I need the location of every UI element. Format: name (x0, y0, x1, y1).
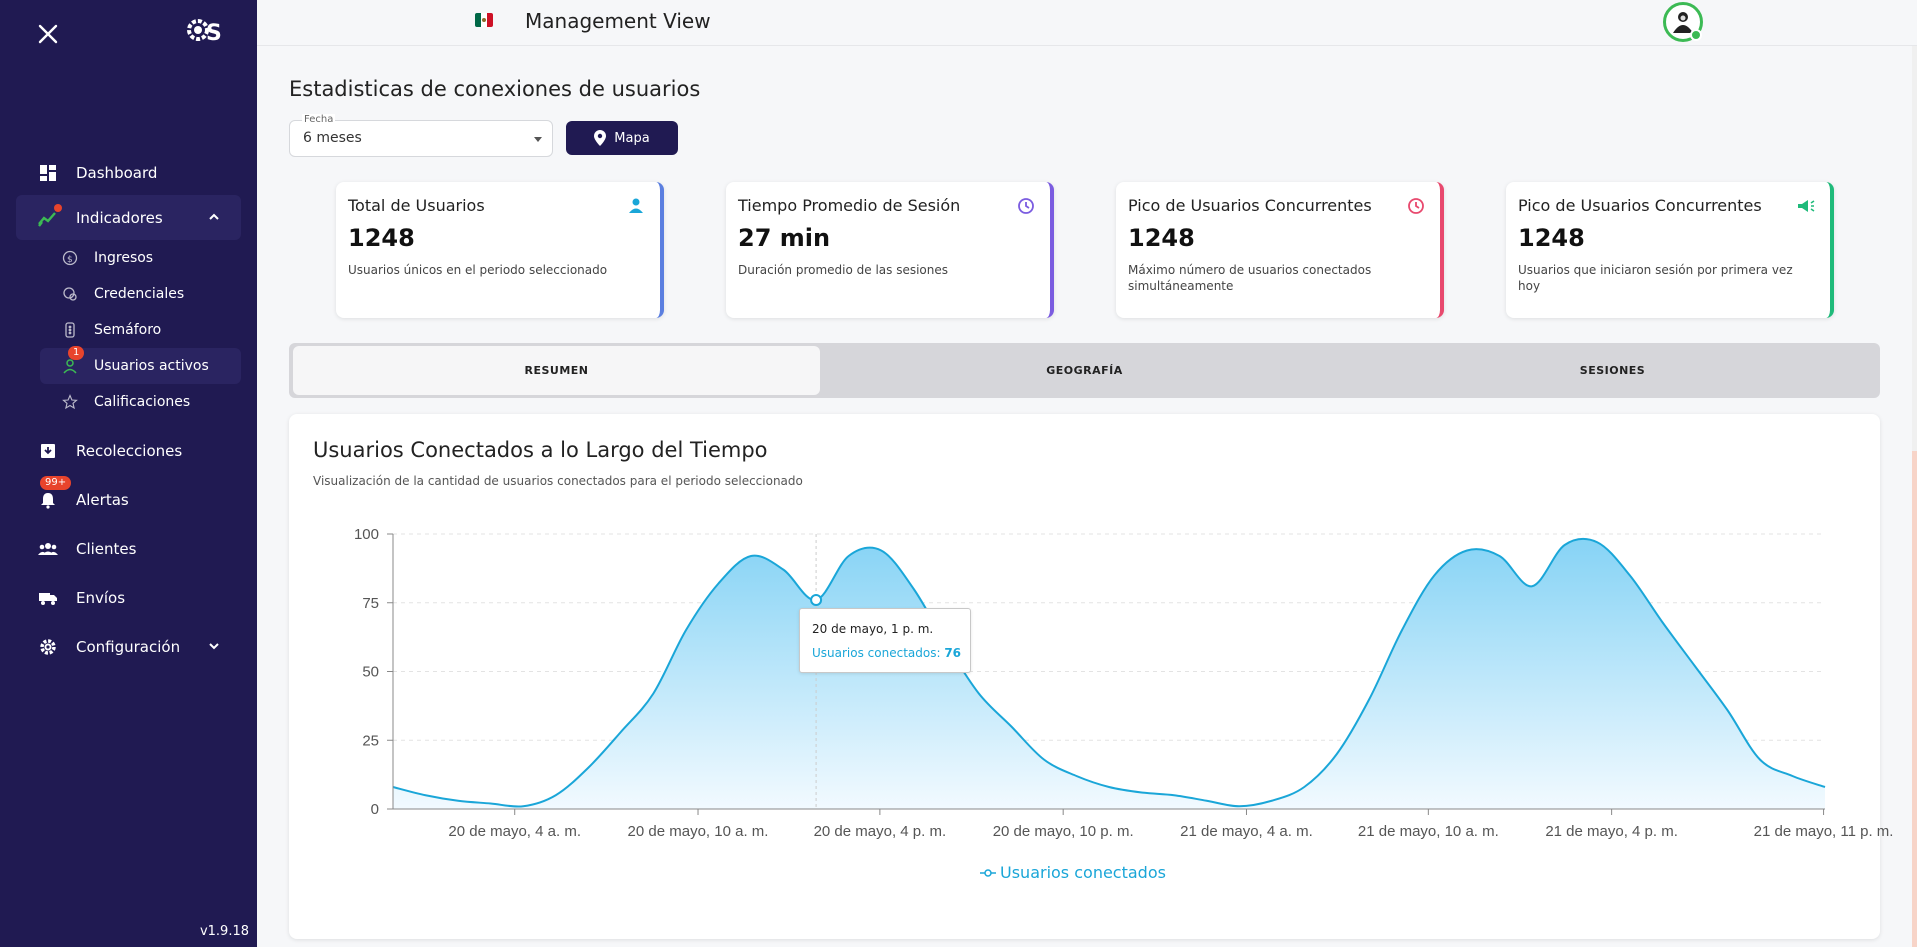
page-title: Estadisticas de conexiones de usuarios (289, 77, 701, 101)
sidebar-item-calificaciones[interactable]: Calificaciones (40, 384, 241, 420)
sidebar-item-recolecciones[interactable]: Recolecciones (16, 428, 241, 473)
chart-legend[interactable]: Usuarios conectados (980, 863, 1166, 882)
stat-card-description: Usuarios únicos en el periodo selecciona… (348, 263, 608, 277)
trend-icon (38, 203, 62, 228)
map-button-label: Mapa (614, 130, 650, 146)
legend-label: Usuarios conectados (1000, 863, 1166, 882)
online-status-dot (1690, 29, 1702, 41)
map-button[interactable]: Mapa (566, 121, 678, 155)
chevron-up-icon[interactable] (207, 210, 221, 224)
stat-card-title: Pico de Usuarios Concurrentes (1128, 196, 1372, 215)
sidebar-item-label: Configuración (76, 637, 181, 656)
date-filter-value: 6 meses (303, 130, 362, 146)
dashboard-icon (38, 163, 58, 183)
sidebar: S Dashboard Indicadores $ Ingresos Crede… (0, 0, 257, 947)
stat-card-value: 1248 (348, 224, 415, 252)
star-icon (62, 394, 78, 410)
notification-dot (54, 203, 62, 212)
tab-geografia[interactable]: GEOGRAFÍA (821, 346, 1348, 395)
sidebar-item-label: Dashboard (76, 163, 158, 182)
stat-card-title: Tiempo Promedio de Sesión (738, 196, 961, 215)
avatar[interactable] (1663, 2, 1703, 42)
truck-icon (38, 588, 58, 608)
notification-badge: 99+ (40, 475, 72, 490)
bell-icon: 99+ (38, 475, 72, 510)
dropdown-caret-icon (534, 137, 542, 142)
date-filter-select[interactable]: Fecha 6 meses (289, 114, 553, 157)
sidebar-item-clientes[interactable]: Clientes (16, 526, 241, 571)
sidebar-item-semaforo[interactable]: Semáforo (40, 312, 241, 348)
tab-resumen[interactable]: RESUMEN (293, 346, 820, 395)
mexico-flag-icon[interactable] (475, 13, 493, 27)
sidebar-subitem-label: Calificaciones (94, 394, 191, 410)
map-pin-icon (594, 130, 607, 146)
chart-tooltip: 20 de mayo, 1 p. m. Usuarios conectados:… (799, 608, 971, 673)
sidebar-item-usuarios-activos[interactable]: 1 Usuarios activos (40, 346, 241, 384)
megaphone-icon (1796, 196, 1816, 216)
sidebar-item-configuracion[interactable]: Configuración (16, 624, 241, 669)
chevron-down-icon[interactable] (207, 639, 221, 653)
svg-text:$: $ (67, 255, 73, 265)
sidebar-item-ingresos[interactable]: $ Ingresos (40, 240, 241, 276)
sidebar-item-credenciales[interactable]: Credenciales (40, 276, 241, 312)
stat-card-title: Pico de Usuarios Concurrentes (1518, 196, 1762, 215)
scrollbar-thumb[interactable] (1912, 46, 1917, 451)
legend-line-marker-icon (980, 868, 996, 877)
stat-card-pico-concurrentes: Pico de Usuarios Concurrentes 1248 Máxim… (1116, 182, 1444, 318)
sidebar-item-alertas[interactable]: 99+ Alertas (16, 475, 241, 522)
stat-card-total-usuarios: Total de Usuarios 1248 Usuarios únicos e… (336, 182, 664, 318)
tooltip-series-name: Usuarios conectados (812, 646, 937, 660)
page-header-title: Management View (525, 9, 711, 33)
stat-card-description: Máximo número de usuarios conectados sim… (1128, 263, 1372, 293)
sidebar-subitem-label: Ingresos (94, 250, 154, 266)
tab-bar: RESUMEN GEOGRAFÍA SESIONES (289, 343, 1880, 398)
sidebar-item-label: Recolecciones (76, 441, 183, 460)
tooltip-value: 76 (944, 646, 962, 660)
notification-badge: 1 (68, 346, 85, 360)
sidebar-item-label: Envíos (76, 588, 126, 607)
close-icon[interactable] (34, 20, 62, 48)
sidebar-nav: Dashboard Indicadores $ Ingresos Credenc… (16, 150, 241, 669)
sidebar-item-label: Alertas (76, 490, 129, 509)
person-icon (626, 196, 646, 216)
sidebar-item-dashboard[interactable]: Dashboard (16, 150, 241, 195)
people-icon (38, 539, 58, 559)
sidebar-item-label: Clientes (76, 539, 137, 558)
date-filter-label: Fecha (302, 114, 336, 125)
chart-title: Usuarios Conectados a lo Largo del Tiemp… (313, 438, 768, 462)
stat-card-description: Usuarios que iniciaron sesión por primer… (1518, 263, 1793, 293)
top-header: Management View (257, 0, 1917, 46)
submenu-indicadores: $ Ingresos Credenciales Semáforo 1 Usuar… (16, 240, 241, 420)
sidebar-item-envios[interactable]: Envíos (16, 575, 241, 620)
stat-card-value: 1248 (1128, 224, 1195, 252)
gear-icon (38, 637, 58, 657)
tab-sesiones[interactable]: SESIONES (1349, 346, 1876, 395)
stat-card-value: 27 min (738, 224, 831, 252)
dollar-icon: $ (62, 250, 78, 266)
tooltip-value-line: Usuarios conectados: 76 (812, 646, 962, 660)
traffic-light-icon (62, 322, 78, 338)
stat-card-tiempo-promedio: Tiempo Promedio de Sesión 27 min Duració… (726, 182, 1054, 318)
clock-icon (1016, 196, 1036, 216)
clock-icon (1406, 196, 1426, 216)
stat-card-title: Total de Usuarios (348, 196, 485, 215)
user-active-icon: 1 (62, 346, 85, 374)
chart-card: Usuarios Conectados a lo Largo del Tiemp… (289, 414, 1880, 939)
sidebar-subitem-label: Credenciales (94, 286, 185, 302)
stat-card-pico-concurrentes-nuevos: Pico de Usuarios Concurrentes 1248 Usuar… (1506, 182, 1834, 318)
inbox-icon (38, 441, 58, 461)
logo[interactable]: S (186, 16, 228, 50)
stat-card-description: Duración promedio de las sesiones (738, 263, 949, 277)
sidebar-subitem-label: Usuarios activos (94, 358, 209, 374)
sidebar-item-indicadores[interactable]: Indicadores (16, 195, 241, 240)
sidebar-subitem-label: Semáforo (94, 322, 162, 338)
credential-icon (62, 286, 78, 302)
stat-card-value: 1248 (1518, 224, 1585, 252)
app-version: v1.9.18 (199, 924, 249, 939)
tooltip-time: 20 de mayo, 1 p. m. (812, 622, 934, 636)
svg-text:S: S (206, 21, 222, 46)
chart-subtitle: Visualización de la cantidad de usuarios… (313, 474, 803, 488)
sidebar-item-label: Indicadores (76, 208, 163, 227)
